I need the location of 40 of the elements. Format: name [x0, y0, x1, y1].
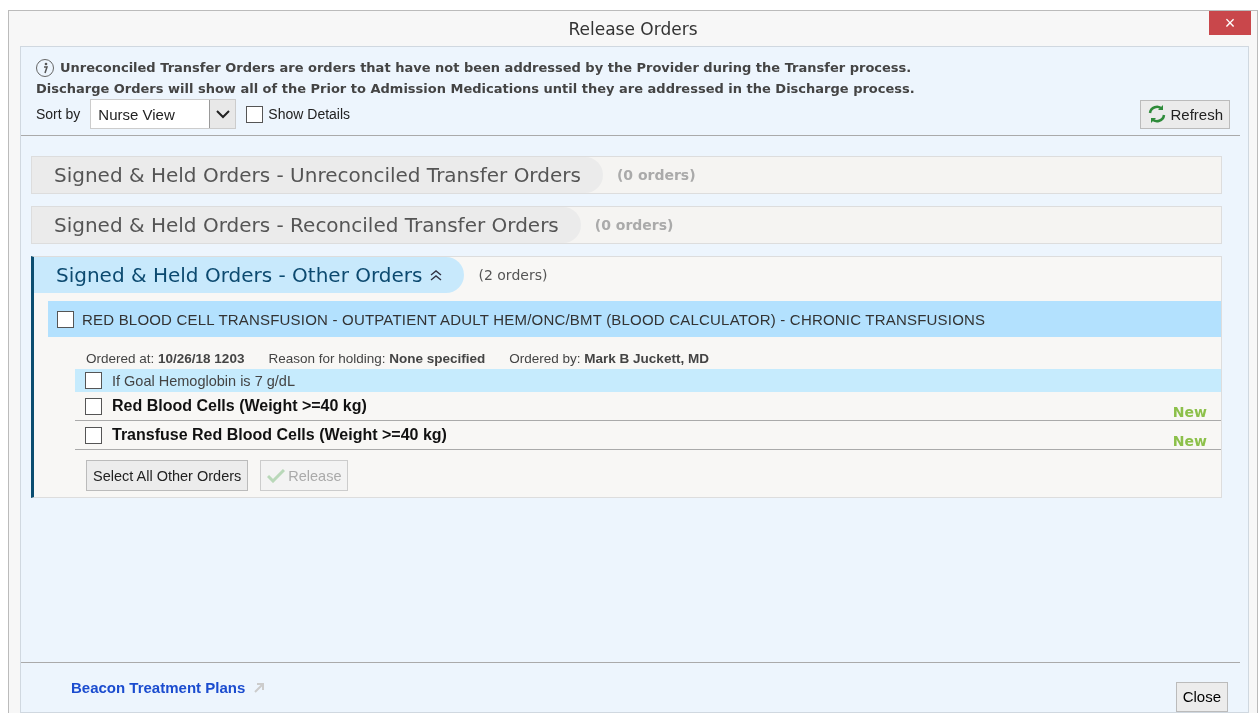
status-label: New [1172, 433, 1207, 449]
checkbox[interactable] [85, 426, 102, 444]
checkbox[interactable] [85, 397, 102, 415]
status-label: New [1172, 404, 1207, 420]
order-count: (2 orders) [478, 267, 548, 283]
info-text: Unreconciled Transfer Orders are orders that have not been addressed by the Provider during the Transfer process. [60, 59, 912, 77]
checkbox[interactable] [246, 105, 264, 123]
window-title: Release Orders [568, 18, 698, 39]
item-text: Transfuse Red Blood Cells (Weight >=40 kg) [112, 426, 447, 444]
section-header[interactable]: Signed & Held Orders - Other Orders [34, 257, 465, 293]
order-detail: Ordered by: Mark B Juckett, MD [509, 351, 709, 366]
order-detail: Reason for holding: None specified [268, 351, 486, 366]
order-title: RED BLOOD CELL TRANSFUSION - OUTPATIENT ADULT HEM/ONC/BMT (BLOOD CALCULATOR) - CHRONIC TRANSFUSIONS [82, 310, 986, 328]
check-icon [267, 468, 286, 483]
item-text: Red Blood Cells (Weight >=40 kg) [112, 397, 367, 415]
order-item-row[interactable]: Transfuse Red Blood Cells (Weight >=40 kg) New [75, 421, 1221, 450]
item-text: If Goal Hemoglobin is 7 g/dL [112, 372, 295, 389]
close-button[interactable]: × [1209, 11, 1251, 35]
order-row[interactable]: RED BLOOD CELL TRANSFUSION - OUTPATIENT ADULT HEM/ONC/BMT (BLOOD CALCULATOR) - CHRONIC TRANSFUSIONS [48, 301, 1221, 337]
order-count: (0 orders) [616, 167, 696, 183]
sort-label: Sort by [36, 106, 81, 122]
order-detail: Ordered at: 10/26/18 1203 [86, 351, 245, 366]
refresh-icon [1147, 104, 1168, 124]
section-header[interactable]: Signed & Held Orders - Reconciled Transfer Orders [32, 207, 581, 243]
checkbox[interactable] [85, 372, 102, 389]
action-button[interactable]: Select All Other Orders [86, 460, 249, 491]
refresh-button[interactable]: Refresh [1140, 99, 1230, 129]
treatment-plans-link[interactable]: Beacon Treatment Plans [71, 679, 246, 696]
sort-dropdown[interactable]: Nurse View [90, 99, 237, 129]
external-link-icon [253, 682, 265, 693]
close-button[interactable]: Close [1175, 681, 1228, 712]
checkbox[interactable] [57, 310, 74, 328]
order-item-row[interactable]: Red Blood Cells (Weight >=40 kg) New [75, 392, 1221, 421]
info-text: Discharge Orders will show all of the Prior to Admission Medications until they are addressed in the Discharge process. [36, 80, 915, 98]
checkbox-label: Show Details [268, 106, 351, 122]
chevron-down-icon[interactable] [209, 100, 236, 128]
order-count: (0 orders) [594, 217, 674, 233]
condition-row[interactable]: If Goal Hemoglobin is 7 g/dL [75, 369, 1221, 392]
collapse-chevron-icon [430, 269, 443, 281]
section-header[interactable]: Signed & Held Orders - Unreconciled Transfer Orders [32, 157, 603, 193]
